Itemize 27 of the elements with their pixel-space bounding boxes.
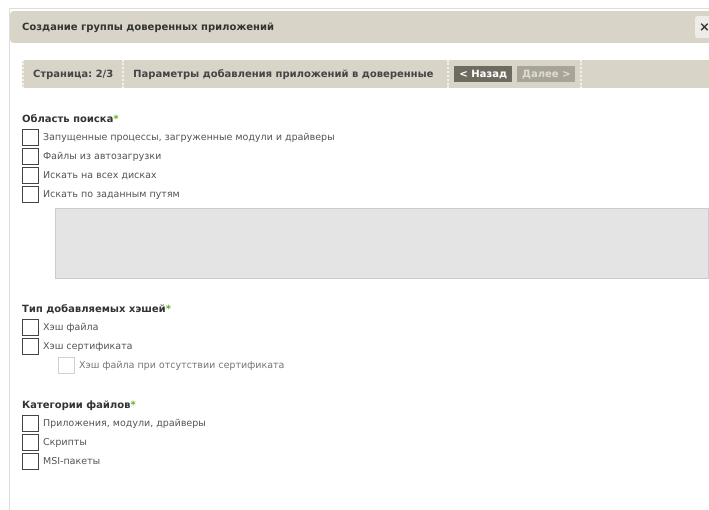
section-heading: Категории файлов* (22, 400, 137, 411)
checkbox-label: Искать на всех дисках (43, 170, 157, 181)
close-button[interactable]: × (695, 16, 709, 38)
section-heading: Область поиска* (22, 114, 120, 125)
window-title: Создание группы доверенных приложений (22, 22, 274, 32)
checkbox[interactable] (22, 129, 39, 146)
checkbox-label: Хэш файла (43, 322, 98, 333)
checkbox-label: Файлы из автозагрузки (43, 151, 162, 162)
checkbox[interactable] (22, 415, 39, 432)
checkbox[interactable] (22, 148, 39, 165)
checkbox-label: Скрипты (43, 437, 87, 448)
section-heading: Тип добавляемых хэшей* (22, 304, 172, 315)
checkbox[interactable] (22, 434, 39, 451)
checkbox-label: Запущенные процессы, загруженные модули и драйверы (43, 132, 335, 143)
back-button[interactable]: < Назад (454, 66, 512, 82)
step-title: Параметры добавления приложений в доверенные (122, 60, 442, 88)
checkbox[interactable] (22, 319, 39, 336)
checkbox-label: MSI-пакеты (43, 456, 100, 467)
checkbox-label: Приложения, модули, драйверы (43, 418, 206, 429)
checkbox[interactable] (22, 338, 39, 355)
checkbox[interactable] (22, 167, 39, 184)
checkbox-label: Хэш сертификата (43, 341, 132, 352)
checkbox-label: Хэш файла при отсутствии сертификата (79, 360, 284, 371)
checkbox[interactable] (22, 186, 39, 203)
checkbox[interactable] (22, 453, 39, 470)
checkbox-label: Искать по заданным путям (43, 189, 180, 200)
page-indicator: Страница: 2/3 (22, 60, 122, 88)
